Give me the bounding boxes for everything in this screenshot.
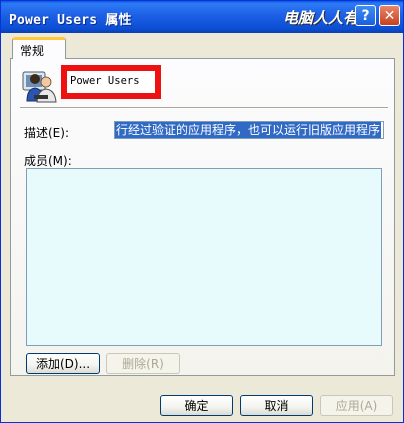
members-label: 成员(M): bbox=[24, 154, 72, 168]
add-button[interactable]: 添加(D)... bbox=[26, 353, 100, 374]
tab-general[interactable]: 常规 bbox=[12, 37, 66, 59]
help-icon: ? bbox=[361, 7, 370, 24]
ok-button-label: 确定 bbox=[184, 399, 209, 413]
ok-button[interactable]: 确定 bbox=[160, 395, 233, 416]
dialog-content: 常规 Power Users 描述(E): 行经过验证的应用程序，也可以运行旧版… bbox=[6, 33, 398, 423]
description-label: 描述(E): bbox=[24, 126, 69, 140]
help-button[interactable]: ? bbox=[355, 5, 376, 26]
cancel-button-label: 取消 bbox=[264, 399, 289, 413]
tab-general-label: 常规 bbox=[20, 44, 45, 58]
users-group-icon bbox=[22, 71, 57, 103]
add-button-label: 添加(D)... bbox=[35, 357, 91, 371]
description-value: 行经过验证的应用程序，也可以运行旧版应用程序 bbox=[115, 122, 382, 138]
close-button[interactable]: ✕ bbox=[379, 5, 400, 26]
close-icon: ✕ bbox=[383, 7, 396, 24]
apply-button[interactable]: 应用(A) bbox=[320, 395, 393, 416]
remove-button[interactable]: 删除(R) bbox=[106, 353, 180, 374]
watermark: 电脑人人有 bbox=[283, 9, 359, 27]
properties-dialog: Power Users 属性 电脑人人有 ? ✕ 常规 Power Users … bbox=[0, 0, 404, 423]
cancel-button[interactable]: 取消 bbox=[240, 395, 313, 416]
title-bar[interactable]: Power Users 属性 电脑人人有 ? ✕ bbox=[1, 1, 403, 33]
separator bbox=[20, 107, 388, 109]
remove-button-label: 删除(R) bbox=[122, 357, 164, 371]
members-list[interactable] bbox=[26, 168, 382, 346]
description-field[interactable]: 行经过验证的应用程序，也可以运行旧版应用程序 bbox=[114, 121, 384, 139]
apply-button-label: 应用(A) bbox=[335, 399, 378, 413]
group-name: Power Users bbox=[70, 75, 140, 87]
window-title: Power Users 属性 bbox=[9, 13, 132, 28]
